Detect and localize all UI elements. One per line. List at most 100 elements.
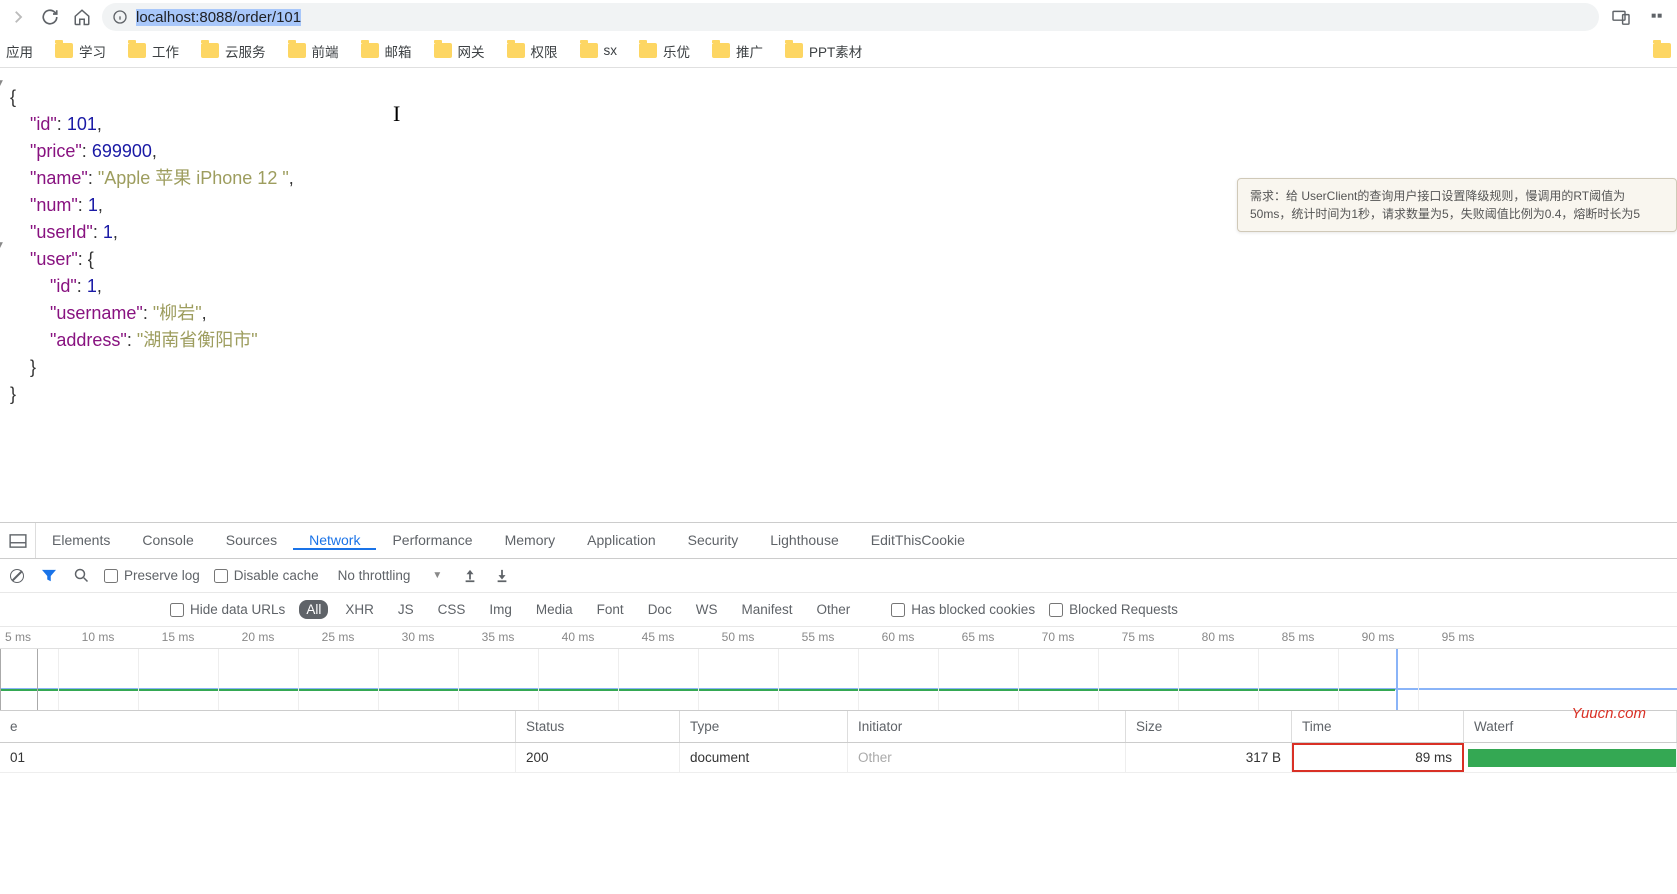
timeline-tick: 5 ms	[5, 630, 31, 644]
timeline[interactable]: 5 ms10 ms15 ms20 ms25 ms30 ms35 ms40 ms4…	[0, 627, 1677, 711]
cell-initiator: Other	[848, 743, 1126, 772]
cell-time: 89 ms	[1292, 743, 1464, 772]
timeline-tick: 60 ms	[882, 630, 915, 644]
url-text: localhost:8088/order/101	[136, 9, 301, 26]
col-size[interactable]: Size	[1126, 711, 1292, 742]
timeline-tick: 45 ms	[642, 630, 675, 644]
col-waterfall[interactable]: Waterf Yuucn.com	[1464, 711, 1677, 742]
timeline-tick: 20 ms	[242, 630, 275, 644]
folder-icon	[288, 43, 306, 58]
overflow-folder-icon[interactable]	[1653, 43, 1671, 58]
stop-record-icon[interactable]	[8, 567, 26, 585]
filter-chip[interactable]: CSS	[431, 600, 473, 619]
bookmark-item[interactable]: 邮箱	[361, 41, 412, 61]
reload-button[interactable]	[38, 5, 62, 29]
filter-row: Hide data URLs All XHR JS CSS Img Media Font Do…	[0, 593, 1677, 627]
cell-type: document	[680, 743, 848, 772]
devtools-tab[interactable]: EditThisCookie	[855, 532, 981, 548]
filter-chip[interactable]: JS	[391, 600, 421, 619]
hide-urls-checkbox[interactable]: Hide data URLs	[170, 602, 285, 617]
bookmark-item[interactable]: 权限	[507, 41, 558, 61]
text-cursor: I	[393, 100, 400, 127]
blocked-cookies-checkbox[interactable]: Has blocked cookies	[891, 602, 1035, 617]
col-time[interactable]: Time	[1292, 711, 1464, 742]
timeline-tick: 25 ms	[322, 630, 355, 644]
filter-chip[interactable]: Media	[529, 600, 580, 619]
devtools-tab[interactable]: Console	[126, 532, 209, 548]
dock-icon[interactable]	[0, 523, 36, 558]
cell-name: 01	[0, 743, 516, 772]
devtools-tab[interactable]: Network	[293, 532, 376, 550]
filter-chip[interactable]: XHR	[338, 600, 381, 619]
timeline-tick: 95 ms	[1442, 630, 1475, 644]
address-bar[interactable]: localhost:8088/order/101	[102, 3, 1599, 31]
bookmark-item[interactable]: 乐优	[639, 41, 690, 61]
filter-chip[interactable]: WS	[689, 600, 725, 619]
filter-chip[interactable]: Doc	[641, 600, 679, 619]
devtools-tab[interactable]: Lighthouse	[754, 532, 855, 548]
devtools-tab[interactable]: Application	[571, 532, 672, 548]
devtools-tab[interactable]: Elements	[36, 532, 126, 548]
timeline-tick: 80 ms	[1202, 630, 1235, 644]
cell-waterfall	[1464, 743, 1677, 772]
col-type[interactable]: Type	[680, 711, 848, 742]
bookmark-item[interactable]: sx	[580, 41, 618, 61]
upload-icon[interactable]	[461, 567, 479, 585]
folder-icon	[434, 43, 452, 58]
filter-chip[interactable]: All	[299, 600, 328, 619]
devtools-tab[interactable]: Performance	[376, 532, 488, 548]
network-toolbar: Preserve log Disable cache No throttling…	[0, 559, 1677, 593]
bookmark-item[interactable]: 网关	[434, 41, 485, 61]
timeline-tick: 75 ms	[1122, 630, 1155, 644]
extension-icon[interactable]	[1643, 9, 1671, 25]
folder-icon	[55, 43, 73, 58]
forward-button[interactable]	[6, 5, 30, 29]
col-status[interactable]: Status	[516, 711, 680, 742]
download-icon[interactable]	[493, 567, 511, 585]
devtools-tabs: ElementsConsoleSourcesNetworkPerformance…	[0, 523, 1677, 559]
timeline-tick: 85 ms	[1282, 630, 1315, 644]
filter-chip[interactable]: Font	[590, 600, 631, 619]
bookmark-item[interactable]: 推广	[712, 41, 763, 61]
home-button[interactable]	[70, 5, 94, 29]
browser-toolbar: localhost:8088/order/101	[0, 0, 1677, 34]
filter-chip[interactable]: Img	[482, 600, 519, 619]
apps-button[interactable]: 应用	[6, 41, 33, 61]
preserve-log-checkbox[interactable]: Preserve log	[104, 568, 200, 583]
devtools-tab[interactable]: Security	[672, 532, 755, 548]
devices-icon[interactable]	[1607, 9, 1635, 25]
watermark: Yuucn.com	[1572, 705, 1646, 722]
collapse-toggle[interactable]: ▼	[0, 232, 5, 259]
folder-icon	[785, 43, 803, 58]
folder-icon	[639, 43, 657, 58]
bookmark-item[interactable]: 前端	[288, 41, 339, 61]
bookmark-item[interactable]: 云服务	[201, 41, 266, 61]
timeline-tick: 65 ms	[962, 630, 995, 644]
network-row[interactable]: 01 200 document Other 317 B 89 ms	[0, 743, 1677, 773]
timeline-tick: 50 ms	[722, 630, 755, 644]
collapse-toggle[interactable]: ▼	[0, 70, 5, 97]
col-initiator[interactable]: Initiator	[848, 711, 1126, 742]
cell-size: 317 B	[1126, 743, 1292, 772]
bookmark-item[interactable]: 工作	[128, 41, 179, 61]
disable-cache-checkbox[interactable]: Disable cache	[214, 568, 319, 583]
filter-icon[interactable]	[40, 567, 58, 585]
filter-chip[interactable]: Other	[809, 600, 857, 619]
timeline-tick: 15 ms	[162, 630, 195, 644]
col-name[interactable]: e	[0, 711, 516, 742]
timeline-tick: 10 ms	[82, 630, 115, 644]
folder-icon	[712, 43, 730, 58]
throttling-dropdown[interactable]: No throttling▼	[333, 565, 448, 586]
json-viewer: ▼ ▼ { "id": 101, "price": 699900, "name"…	[0, 68, 1677, 522]
filter-chip[interactable]: Manifest	[734, 600, 799, 619]
bookmark-item[interactable]: 学习	[55, 41, 106, 61]
info-icon	[112, 9, 128, 25]
devtools-tab[interactable]: Memory	[489, 532, 572, 548]
bookmarks-bar: 应用 学习 工作 云服务 前端 邮箱 网关 权限 sx 乐优 推广 PPT素材	[0, 34, 1677, 68]
bookmark-item[interactable]: PPT素材	[785, 41, 862, 61]
search-icon[interactable]	[72, 567, 90, 585]
folder-icon	[361, 43, 379, 58]
blocked-requests-checkbox[interactable]: Blocked Requests	[1049, 602, 1178, 617]
timeline-tick: 55 ms	[802, 630, 835, 644]
devtools-tab[interactable]: Sources	[210, 532, 293, 548]
